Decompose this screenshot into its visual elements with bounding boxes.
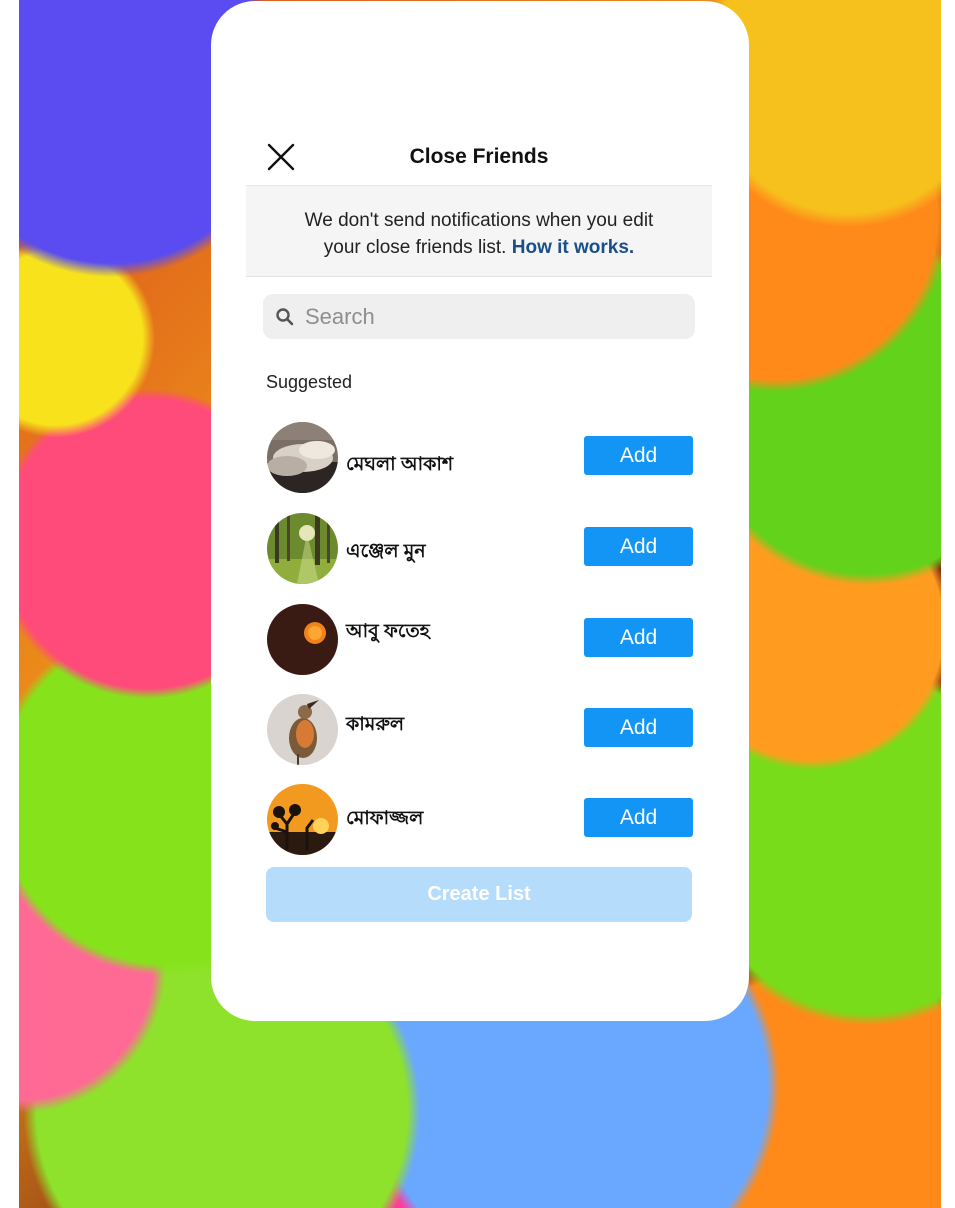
avatar: [267, 513, 338, 584]
list-item: মোফাজ্জল Add: [267, 784, 693, 856]
close-friends-sheet: Close Friends We don't send notification…: [211, 1, 749, 1021]
user-name: আবু ফতেহ: [346, 621, 430, 642]
clouds-avatar-image: [267, 422, 338, 493]
page-title: Close Friends: [409, 145, 549, 168]
user-name: এঞ্জেল মুন: [346, 541, 426, 562]
avatar: [267, 784, 338, 855]
add-button[interactable]: Add: [584, 527, 693, 566]
notice-line-1: We don't send notifications when you edi…: [304, 210, 654, 231]
list-item: এঞ্জেল মুন Add: [267, 513, 693, 585]
how-it-works-link[interactable]: How it works.: [512, 237, 634, 258]
avatar: [267, 422, 338, 493]
create-list-button[interactable]: Create List: [266, 867, 692, 922]
avatar: [267, 694, 338, 765]
add-button[interactable]: Add: [584, 708, 693, 747]
suggested-label: Suggested: [266, 372, 353, 392]
list-item: কামরুল Add: [267, 694, 693, 766]
add-button[interactable]: Add: [584, 798, 693, 837]
list-item: আবু ফতেহ Add: [267, 604, 693, 676]
avatar: [267, 604, 338, 675]
search-icon: [276, 307, 294, 325]
user-name: কামরুল: [346, 714, 405, 735]
search-input[interactable]: [303, 302, 687, 331]
robin-avatar-image: [267, 694, 338, 765]
desert-tree-avatar-image: [267, 784, 338, 855]
sunset-avatar-image: [267, 604, 338, 675]
add-button[interactable]: Add: [584, 436, 693, 475]
notice-line-2-text: your close friends list.: [323, 237, 507, 258]
notification-notice: We don't send notifications when you edi…: [246, 186, 712, 277]
user-name: মোফাজ্জল: [346, 808, 424, 829]
search-bar[interactable]: [263, 294, 695, 339]
list-item: মেঘলা আকাশ Add: [267, 422, 693, 494]
forest-avatar-image: [267, 513, 338, 584]
notice-line-2: your close friends list. How it works.: [246, 234, 712, 261]
user-name: মেঘলা আকাশ: [346, 454, 454, 475]
header: Close Friends: [246, 141, 712, 186]
add-button[interactable]: Add: [584, 618, 693, 657]
